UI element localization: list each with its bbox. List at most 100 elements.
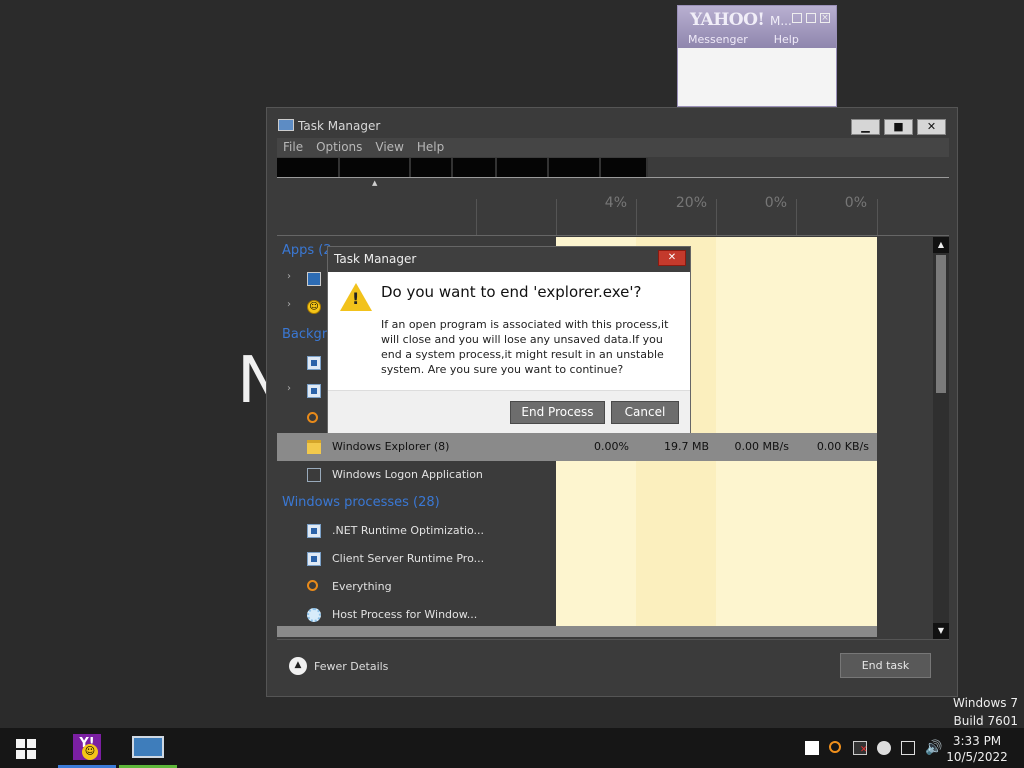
os-watermark: Windows 7 Build 7601: [953, 694, 1018, 730]
minimize-button[interactable]: ▁: [851, 119, 880, 135]
sort-arrow-icon: ▲: [372, 179, 378, 187]
column-divider: [796, 199, 797, 235]
maximize-button[interactable]: ■: [884, 119, 913, 135]
column-divider: [716, 199, 717, 235]
tab-services[interactable]: [601, 158, 648, 177]
vertical-scrollbar[interactable]: ▲ ▼: [933, 237, 949, 639]
start-button[interactable]: [16, 739, 36, 759]
yahoo-menu-messenger[interactable]: Messenger: [688, 33, 748, 46]
dialog-close-button[interactable]: ✕: [658, 250, 686, 266]
partially-visible-row[interactable]: [277, 626, 877, 637]
clock-time: 3:33 PM: [952, 734, 1002, 748]
cpu-column-header[interactable]: 4%: [577, 195, 627, 211]
process-name: Windows Logon Application: [332, 468, 483, 481]
dialog-body: ! Do you want to end 'explorer.exe'? If …: [328, 272, 690, 390]
windows-logo-tile: [16, 750, 25, 759]
volume-icon[interactable]: 🔊: [925, 741, 942, 755]
status-circle-icon[interactable]: [877, 741, 891, 755]
action-center-flag-icon[interactable]: [853, 741, 868, 755]
process-name: Everything: [332, 580, 392, 593]
scroll-down-icon[interactable]: ▼: [933, 623, 949, 639]
end-process-button[interactable]: End Process: [510, 401, 605, 424]
column-headers: 4% 20% 0% 0%: [277, 187, 878, 237]
menu-view[interactable]: View: [369, 138, 410, 157]
menu-help[interactable]: Help: [411, 138, 451, 157]
end-task-button[interactable]: End task: [840, 653, 931, 678]
taskbar-clock[interactable]: 3:33 PM 10/5/2022: [944, 733, 1010, 765]
fewer-details-link[interactable]: Fewer Details: [314, 660, 388, 673]
yahoo-messenger-window[interactable]: YAHOO! M... × Messenger Help: [677, 5, 837, 107]
menu-file[interactable]: File: [277, 138, 310, 157]
task-manager-icon: [278, 119, 294, 131]
group-apps[interactable]: Apps (2: [282, 243, 332, 258]
scroll-up-icon[interactable]: ▲: [933, 237, 949, 253]
network-icon[interactable]: [901, 741, 915, 755]
group-windows-processes[interactable]: Windows processes (28): [282, 495, 440, 510]
tab-details[interactable]: [549, 158, 601, 177]
table-row[interactable]: .NET Runtime Optimizatio...: [277, 517, 877, 545]
task-manager-icon: [307, 272, 321, 286]
service-window-icon: [307, 384, 321, 398]
maximize-icon[interactable]: [806, 13, 816, 23]
notification-icon[interactable]: [805, 741, 819, 755]
table-row[interactable]: Everything: [277, 573, 877, 601]
tab-users[interactable]: [497, 158, 549, 177]
clock-date: 10/5/2022: [946, 750, 1008, 764]
windows-logo-icon: [16, 739, 25, 748]
cpu-value: 0.00%: [594, 440, 629, 453]
logon-icon: [307, 468, 321, 482]
memory-value: 19.7 MB: [663, 440, 709, 453]
cancel-button[interactable]: Cancel: [611, 401, 679, 424]
title-bar[interactable]: Task Manager ▁ ■ ✕: [267, 108, 957, 140]
chevron-up-icon[interactable]: ▲: [289, 657, 307, 675]
network-column-header[interactable]: 0%: [817, 195, 867, 211]
process-name: Host Process for Window...: [332, 608, 478, 621]
yahoo-menu-help[interactable]: Help: [774, 33, 799, 46]
search-icon: [307, 580, 318, 591]
yahoo-window-controls: ×: [792, 13, 830, 23]
chevron-right-icon[interactable]: ›: [287, 271, 291, 282]
yahoo-logo: YAHOO!: [690, 10, 765, 30]
search-icon: [307, 412, 318, 423]
tab-performance[interactable]: [340, 158, 411, 177]
disk-value: 0.00 MB/s: [734, 440, 789, 453]
chevron-right-icon[interactable]: ›: [287, 383, 291, 394]
minimize-icon[interactable]: [792, 13, 802, 23]
process-name: Windows Explorer (8): [332, 440, 450, 453]
yahoo-header: YAHOO! M... × Messenger Help: [678, 6, 836, 48]
column-divider: [636, 199, 637, 235]
dialog-title: Task Manager: [334, 252, 417, 266]
tab-app-history[interactable]: [411, 158, 453, 177]
dialog-title-bar[interactable]: Task Manager ✕: [328, 247, 690, 272]
dialog-message: If an open program is associated with th…: [381, 318, 669, 376]
table-row[interactable]: Client Server Runtime Pro...: [277, 545, 877, 573]
tab-processes[interactable]: [277, 158, 340, 177]
disk-column-header[interactable]: 0%: [737, 195, 787, 211]
close-button[interactable]: ✕: [917, 119, 946, 135]
column-divider: [476, 199, 477, 235]
window-title: Task Manager: [298, 119, 381, 133]
process-name: Client Server Runtime Pro...: [332, 552, 485, 565]
dialog-footer: End Process Cancel: [328, 390, 690, 433]
confirm-dialog: Task Manager ✕ ! Do you want to end 'exp…: [327, 246, 691, 433]
taskbar-yahoo-messenger[interactable]: Y! ☺: [58, 728, 116, 768]
table-row[interactable]: Host Process for Window...: [277, 601, 877, 629]
task-manager-icon: [132, 736, 164, 758]
process-name: .NET Runtime Optimizatio...: [332, 524, 485, 537]
yahoo-title: M...: [770, 14, 792, 28]
close-icon[interactable]: ×: [820, 13, 830, 23]
tab-startup[interactable]: [453, 158, 497, 177]
menu-options[interactable]: Options: [310, 138, 369, 157]
service-window-icon: [307, 552, 321, 566]
taskbar-task-manager[interactable]: [119, 728, 177, 768]
scroll-thumb[interactable]: [936, 255, 946, 393]
search-icon[interactable]: [829, 741, 841, 753]
yahoo-smiley-icon: ☺: [82, 744, 98, 760]
table-row[interactable]: Windows Logon Application: [277, 461, 877, 489]
yahoo-menu: Messenger Help: [688, 33, 799, 46]
windows-logo-tile: [27, 750, 36, 759]
chevron-right-icon[interactable]: ›: [287, 299, 291, 310]
table-row-selected[interactable]: Windows Explorer (8) 0.00% 19.7 MB 0.00 …: [277, 433, 877, 461]
memory-column-header[interactable]: 20%: [657, 195, 707, 211]
taskbar: Y! ☺: [0, 728, 1024, 768]
